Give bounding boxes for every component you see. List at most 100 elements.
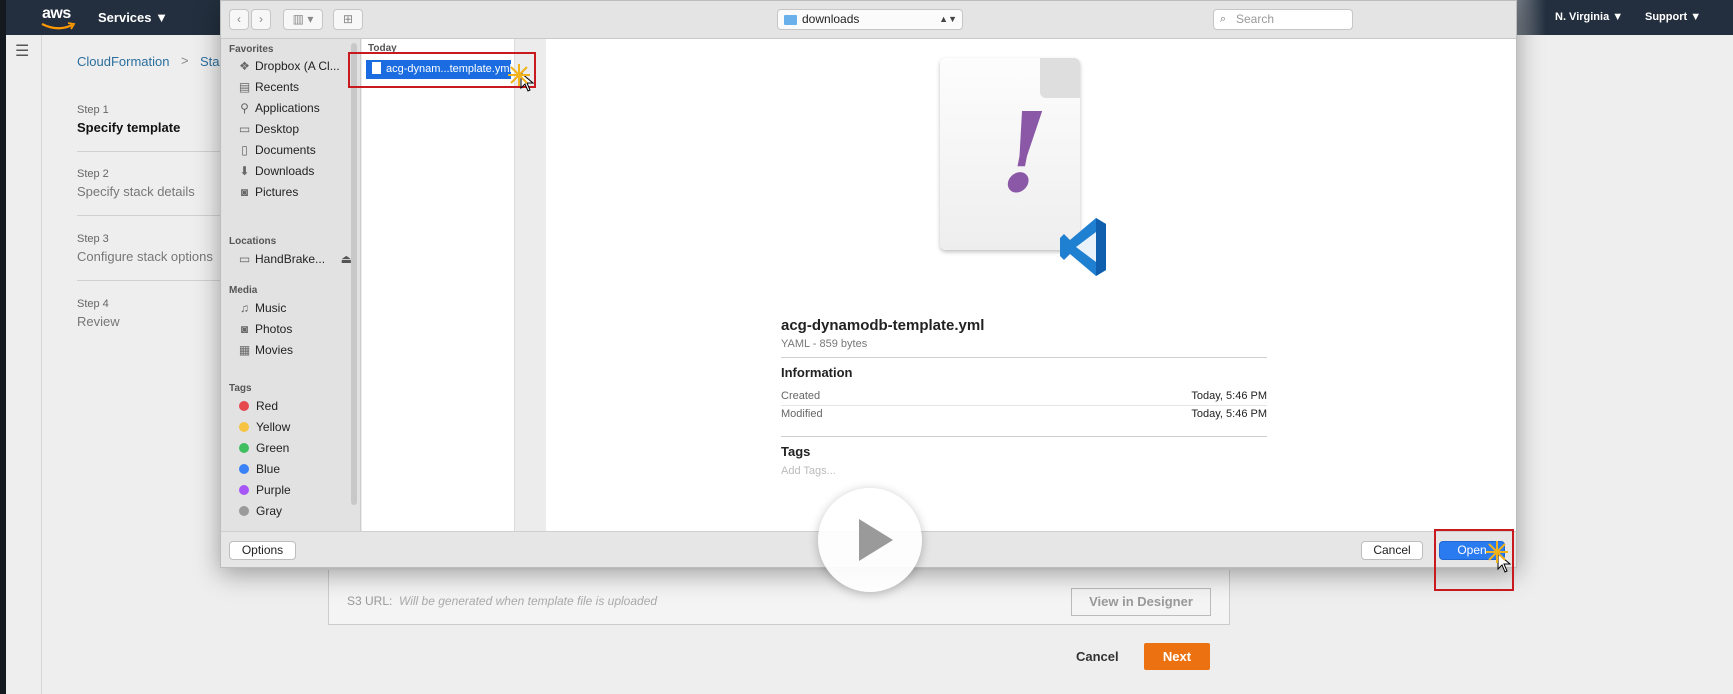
screen: aws Services ▼ N. Virginia ▼ Support ▼ ☰… <box>0 0 1733 694</box>
yaml-document-icon: ! <box>940 58 1110 284</box>
step-1-name[interactable]: Specify template <box>77 120 180 135</box>
popup-arrows-icon: ▲▼ <box>939 14 957 24</box>
location-popup[interactable]: downloads ▲▼ <box>777 9 963 30</box>
video-play-button[interactable] <box>818 488 922 592</box>
preview-divider <box>781 405 1267 406</box>
back-icon[interactable]: ‹ <box>229 9 249 30</box>
blue-tag-icon <box>239 464 249 474</box>
view-in-designer-button[interactable]: View in Designer <box>1071 588 1211 616</box>
click-burst-icon <box>508 64 530 86</box>
pictures-icon: ◙ <box>240 185 249 199</box>
s3-url-value: Will be generated when template file is … <box>399 594 658 608</box>
drive-icon: ▭ <box>238 252 251 266</box>
sidebar-item-label: Documents <box>255 143 316 157</box>
step-4-name[interactable]: Review <box>77 314 120 329</box>
sidebar-item-photos[interactable]: ◙ Photos <box>238 320 356 339</box>
new-folder-icon[interactable]: ⊞ <box>333 9 363 30</box>
preview-filename: acg-dynamodb-template.yml <box>781 317 985 334</box>
s3-url-row: S3 URL: Will be generated when template … <box>328 570 1230 625</box>
support-menu[interactable]: Support ▼ <box>1645 11 1701 23</box>
step-divider <box>77 215 222 216</box>
desktop-icon: ▭ <box>238 122 251 136</box>
breadcrumb-separator-icon: > <box>181 53 189 68</box>
sidebar-item-handbrake[interactable]: ▭ HandBrake... ⏏ <box>238 250 356 269</box>
sidebar-item-label: Blue <box>256 462 281 476</box>
region-selector[interactable]: N. Virginia ▼ <box>1555 11 1623 23</box>
step-2-name[interactable]: Specify stack details <box>77 184 195 199</box>
page-cancel-button[interactable]: Cancel <box>1076 649 1119 664</box>
sidebar-item-desktop[interactable]: ▭ Desktop <box>238 120 356 139</box>
sidebar-item-movies[interactable]: ▦ Movies <box>238 341 356 360</box>
services-menu[interactable]: Services ▼ <box>98 10 168 25</box>
search-field[interactable]: ⌕ Search <box>1213 9 1353 30</box>
sidebar-item-documents[interactable]: ▯ Documents <box>238 141 356 160</box>
sidebar-tag-purple[interactable]: Purple <box>238 481 356 500</box>
step-divider <box>77 151 222 152</box>
sidebar-item-pictures[interactable]: ◙ Pictures <box>238 183 356 202</box>
sidebar-tag-red[interactable]: Red <box>238 397 356 416</box>
hamburger-menu-icon[interactable]: ☰ <box>15 44 29 60</box>
sidebar-item-label: Desktop <box>255 122 300 136</box>
sidebar-item-recents[interactable]: ▤ Recents <box>238 78 356 97</box>
sidebar-item-label: HandBrake... <box>255 252 326 266</box>
sidebar-item-label: Movies <box>255 343 294 357</box>
sidebar-item-label: Music <box>255 301 287 315</box>
play-icon <box>859 519 893 561</box>
view-mode-columns-icon[interactable]: ▥ ▾ <box>283 9 323 30</box>
file-column: Today acg-dynam...template.yml <box>362 39 515 531</box>
sidebar-item-dropbox[interactable]: ❖ Dropbox (A Cl... <box>238 57 356 76</box>
forward-icon[interactable]: › <box>251 9 271 30</box>
movies-icon: ▦ <box>238 343 251 357</box>
sidebar-item-label: Dropbox (A Cl... <box>255 59 340 73</box>
sidebar-item-label: Red <box>256 399 279 413</box>
modified-value: Today, 5:46 PM <box>1191 408 1267 420</box>
preview-divider <box>781 436 1267 437</box>
sidebar-tag-green[interactable]: Green <box>238 439 356 458</box>
downloads-icon: ⬇ <box>239 164 250 178</box>
finder-sidebar: Favorites ❖ Dropbox (A Cl... ▤ Recents ⚲ Ap… <box>221 39 361 531</box>
breadcrumb-stacks[interactable]: Sta <box>200 54 220 69</box>
sidebar-tag-yellow[interactable]: Yellow <box>238 418 356 437</box>
sidebar-item-label: Photos <box>255 322 293 336</box>
location-label: downloads <box>802 12 860 26</box>
sidenav-divider <box>41 35 42 694</box>
sidebar-item-label: Purple <box>256 483 291 497</box>
created-label: Created <box>781 390 821 402</box>
page-next-button[interactable]: Next <box>1144 643 1210 670</box>
sidebar-tag-gray[interactable]: Gray <box>238 502 356 521</box>
locations-header: Locations <box>229 236 277 247</box>
gray-tag-icon <box>239 506 249 516</box>
sidebar-scrollbar[interactable] <box>351 43 357 505</box>
options-button[interactable]: Options <box>229 541 296 560</box>
sidebar-tag-blue[interactable]: Blue <box>238 460 356 479</box>
photos-icon: ◙ <box>240 322 249 336</box>
step-1-number: Step 1 <box>77 104 109 116</box>
search-icon: ⌕ <box>1220 13 1227 25</box>
preview-kind: YAML - 859 bytes <box>781 338 868 350</box>
green-tag-icon <box>239 443 249 453</box>
s3-url-label: S3 URL: <box>347 594 393 608</box>
sidebar-item-applications[interactable]: ⚲ Applications <box>238 99 356 118</box>
exclamation-icon: ! <box>1000 88 1049 217</box>
music-icon: ♫ <box>240 301 249 315</box>
documents-icon: ▯ <box>241 143 248 157</box>
add-tags-field[interactable]: Add Tags... <box>781 465 836 477</box>
preview-divider <box>781 357 1267 358</box>
cancel-button[interactable]: Cancel <box>1361 541 1423 560</box>
step-3-name[interactable]: Configure stack options <box>77 249 213 264</box>
step-divider <box>77 280 222 281</box>
sidebar-item-label: Gray <box>256 504 283 518</box>
step-4-number: Step 4 <box>77 298 109 310</box>
dialog-toolbar: ‹ › ▥ ▾ ⊞ downloads ▲▼ ⌕ Search <box>221 1 1516 39</box>
click-burst-icon <box>1486 541 1508 563</box>
aws-logo[interactable]: aws <box>38 5 78 31</box>
purple-tag-icon <box>239 485 249 495</box>
breadcrumb-cloudformation[interactable]: CloudFormation <box>77 54 170 69</box>
red-tag-icon <box>239 401 249 411</box>
created-value: Today, 5:46 PM <box>1191 390 1267 402</box>
sidebar-item-music[interactable]: ♫ Music <box>238 299 356 318</box>
tags-header: Tags <box>229 383 252 394</box>
sidebar-item-downloads[interactable]: ⬇ Downloads <box>238 162 356 181</box>
sidebar-item-label: Green <box>256 441 290 455</box>
aws-smile-icon <box>41 22 76 30</box>
